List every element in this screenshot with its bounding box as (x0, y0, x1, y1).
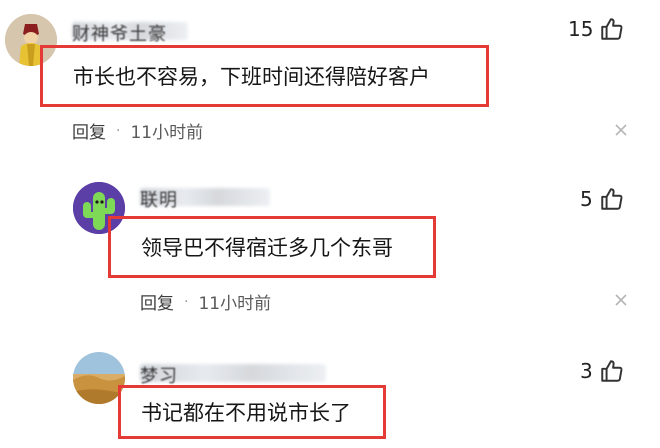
like-count: 15 (568, 17, 594, 41)
like-button[interactable]: 15 (568, 16, 625, 42)
separator-dot: · (184, 293, 189, 310)
thumbs-up-icon (601, 18, 623, 40)
timestamp: 11小时前 (130, 123, 204, 143)
thumbs-up-icon (601, 188, 623, 210)
comment-text: 市长也不容易，下班时间还得陪好客户 (73, 65, 430, 89)
comment-text: 书记都在不用说市长了 (141, 401, 351, 425)
comment-text-highlight: 市长也不容易，下班时间还得陪好客户 (40, 45, 489, 107)
comment-meta: 回复 · 11小时前 (72, 118, 204, 144)
close-icon[interactable] (614, 293, 628, 307)
timestamp: 11小时前 (198, 294, 272, 314)
comment-text: 领导巴不得宿迁多几个东哥 (141, 236, 393, 260)
separator-dot: · (116, 122, 121, 139)
username[interactable]: 联明 (140, 186, 178, 212)
like-button[interactable]: 5 (580, 186, 625, 212)
reply-button[interactable]: 回复 (140, 289, 174, 314)
like-button[interactable]: 3 (580, 358, 625, 384)
comment-text-highlight: 领导巴不得宿迁多几个东哥 (108, 216, 436, 278)
comment-text-highlight: 书记都在不用说市长了 (118, 385, 386, 439)
thumbs-up-icon (601, 360, 623, 382)
username[interactable]: 财神爷土豪 (72, 20, 167, 46)
like-count: 5 (580, 187, 593, 211)
reply-button[interactable]: 回复 (72, 118, 106, 143)
like-count: 3 (580, 359, 593, 383)
close-icon[interactable] (614, 123, 628, 137)
comment-meta: 回复 · 11小时前 (140, 289, 272, 315)
